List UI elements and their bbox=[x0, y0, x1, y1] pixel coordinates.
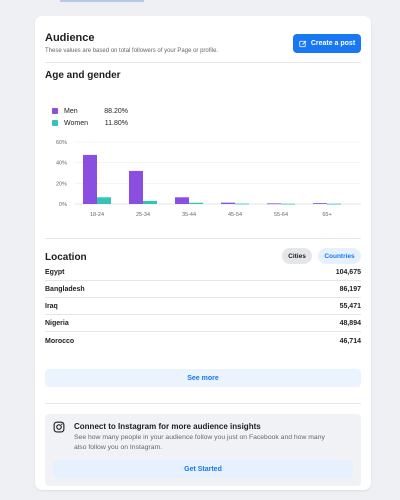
legend-swatch-women bbox=[52, 120, 58, 126]
create-post-button[interactable]: Create a post bbox=[293, 34, 361, 53]
bar-women-25-34[interactable] bbox=[143, 200, 157, 204]
country-name: Egypt bbox=[45, 268, 65, 276]
bar-men-55-64[interactable] bbox=[267, 203, 281, 205]
x-tick-label: 55-64 bbox=[274, 212, 288, 218]
location-title: Location bbox=[45, 252, 87, 263]
bar-men-45-54[interactable] bbox=[221, 202, 235, 204]
y-tick-label: 60% bbox=[56, 140, 67, 146]
table-row: Morocco 46,714 bbox=[45, 333, 361, 350]
country-value: 46,714 bbox=[339, 338, 361, 345]
country-value: 55,471 bbox=[339, 302, 361, 310]
legend-value: 11.80% bbox=[104, 119, 128, 127]
chart-divider bbox=[45, 238, 361, 239]
bar-men-25-34[interactable] bbox=[129, 170, 143, 204]
bar-women-45-54[interactable] bbox=[235, 203, 249, 205]
bar-women-65+[interactable] bbox=[327, 203, 341, 205]
instagram-icon bbox=[53, 421, 65, 433]
instagram-description: See how many people in your audience fol… bbox=[74, 434, 325, 451]
table-row: Bangladesh 86,197 bbox=[45, 281, 361, 298]
y-tick-label: 20% bbox=[56, 181, 67, 187]
legend-swatch-men bbox=[52, 108, 58, 114]
age-gender-title: Age and gender bbox=[45, 70, 121, 81]
create-post-label: Create a post bbox=[310, 40, 356, 47]
x-tick-label: 65+ bbox=[322, 212, 331, 218]
bar-men-65+[interactable] bbox=[313, 203, 327, 204]
bar-women-35-44[interactable] bbox=[189, 202, 203, 204]
header-divider bbox=[45, 62, 361, 63]
legend-label: Women bbox=[64, 119, 88, 127]
bar-women-18-24[interactable] bbox=[97, 197, 111, 204]
x-tick-label: 18-24 bbox=[90, 212, 104, 218]
top-accent-bar bbox=[60, 0, 144, 2]
x-tick-label: 25-34 bbox=[136, 212, 150, 218]
bar-men-18-24[interactable] bbox=[83, 154, 97, 204]
y-tick-label: 40% bbox=[56, 161, 67, 167]
age-gender-legend: Men 88.20% Women 11.80% bbox=[52, 105, 128, 129]
audience-card: Audience These values are based on total… bbox=[35, 16, 371, 490]
edit-icon bbox=[299, 40, 307, 47]
country-value: 86,197 bbox=[339, 285, 361, 293]
instagram-connect-panel: Connect to Instagram for more audience i… bbox=[45, 414, 361, 486]
country-name: Iraq bbox=[45, 302, 58, 310]
x-tick-label: 45-54 bbox=[228, 212, 242, 218]
legend-value: 88.20% bbox=[104, 107, 128, 115]
legend-item-women: Women 11.80% bbox=[52, 117, 128, 129]
y-tick-label: 0% bbox=[59, 202, 67, 208]
location-divider bbox=[45, 403, 361, 404]
legend-item-men: Men 88.20% bbox=[52, 105, 128, 117]
legend-label: Men bbox=[64, 107, 78, 115]
bar-men-35-44[interactable] bbox=[175, 197, 189, 204]
table-row: Iraq 55,471 bbox=[45, 298, 361, 315]
bar-women-55-64[interactable] bbox=[281, 203, 295, 205]
country-name: Bangladesh bbox=[45, 285, 85, 293]
country-value: 104,675 bbox=[335, 268, 361, 276]
table-row: Egypt 104,675 bbox=[45, 264, 361, 281]
country-name: Nigeria bbox=[45, 319, 69, 327]
tab-cities[interactable]: Cities bbox=[282, 248, 312, 264]
country-name: Morocco bbox=[45, 338, 75, 345]
instagram-title: Connect to Instagram for more audience i… bbox=[74, 422, 261, 431]
audience-header: Audience These values are based on total… bbox=[45, 32, 218, 54]
country-value: 48,894 bbox=[339, 319, 361, 327]
audience-title: Audience bbox=[45, 32, 95, 44]
see-more-button[interactable]: See more bbox=[45, 369, 361, 387]
age-gender-chart: 0% 20% 40% 60% 18-24 25-34 35-44 45-54 55-64 65+ bbox=[56, 140, 361, 218]
table-row: Nigeria 48,894 bbox=[45, 315, 361, 332]
get-started-button[interactable]: Get Started bbox=[53, 460, 353, 478]
audience-subtitle: These values are based on total follower… bbox=[45, 48, 219, 54]
x-tick-label: 35-44 bbox=[182, 212, 196, 218]
tab-countries[interactable]: Countries bbox=[318, 248, 361, 264]
